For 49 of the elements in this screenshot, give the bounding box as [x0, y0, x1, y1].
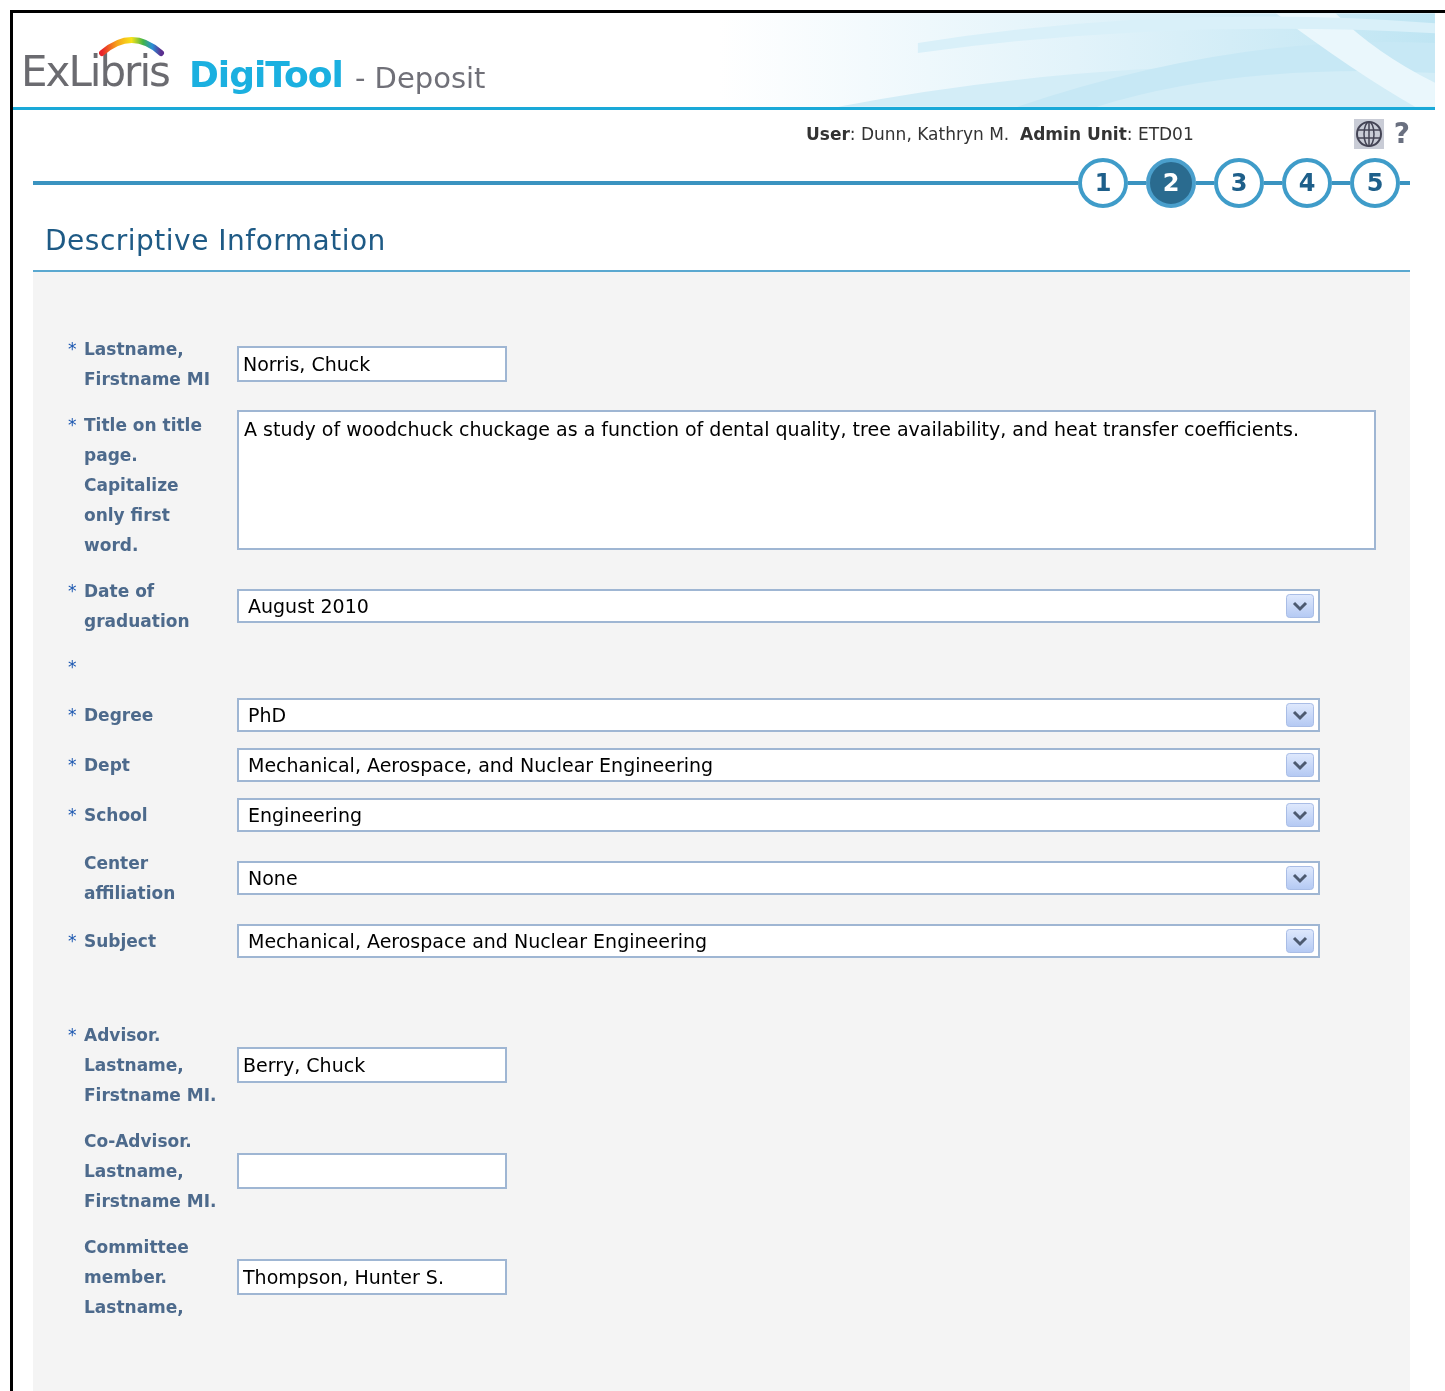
step-circle[interactable]: 3: [1214, 158, 1264, 208]
product-name: DigiTool: [188, 57, 343, 93]
field-label: Lastname, Firstname MI: [84, 338, 212, 391]
required-marker: *: [68, 338, 78, 361]
required-marker: *: [68, 1024, 78, 1047]
required-marker: *: [68, 580, 78, 603]
brand-name: ExLibris: [21, 47, 169, 96]
page-title: Descriptive Information: [45, 223, 386, 257]
chevron-down-icon: [1286, 866, 1314, 890]
text-field[interactable]: [237, 1153, 507, 1189]
text-field[interactable]: Norris, Chuck: [237, 346, 507, 382]
field-label: Co-Advisor. Lastname, Firstname MI.: [83, 1130, 218, 1213]
step-circle[interactable]: 2: [1146, 158, 1196, 208]
help-icon[interactable]: ?: [1393, 119, 1410, 149]
chevron-down-icon: [1286, 803, 1314, 827]
step-circle[interactable]: 4: [1282, 158, 1332, 208]
dropdown-field[interactable]: August 2010: [237, 589, 1320, 623]
chevron-down-icon: [1286, 929, 1314, 953]
module-name: - Deposit: [354, 64, 486, 93]
text-area[interactable]: A study of woodchuck chuckage as a function of dental quality, tree availability, and heat transfer coefficients.: [237, 410, 1376, 550]
field-label: Degree: [84, 704, 155, 727]
field-label: Center affiliation: [83, 852, 177, 905]
required-marker: *: [68, 656, 78, 679]
field-label: School: [84, 804, 149, 827]
field-label: Date of graduation: [84, 580, 191, 633]
field-label: Subject: [84, 930, 158, 953]
globe-icon[interactable]: [1353, 119, 1384, 149]
dropdown-field[interactable]: Mechanical, Aerospace, and Nuclear Engineering: [237, 748, 1320, 782]
chevron-down-icon: [1286, 594, 1314, 618]
text-field[interactable]: Berry, Chuck: [237, 1047, 507, 1083]
field-label: Committee member. Lastname,: [83, 1236, 190, 1319]
user-info: User: Dunn, Kathryn M. Admin Unit: ETD01: [806, 124, 1194, 144]
chevron-down-icon: [1286, 703, 1314, 727]
step-circle[interactable]: 1: [1078, 158, 1128, 208]
dropdown-field[interactable]: Mechanical, Aerospace and Nuclear Engineering: [237, 924, 1320, 958]
required-marker: *: [68, 414, 78, 437]
required-marker: *: [68, 754, 78, 777]
text-field[interactable]: Thompson, Hunter S.: [237, 1259, 507, 1295]
required-marker: *: [68, 804, 78, 827]
required-marker: *: [68, 930, 78, 953]
step-circle[interactable]: 5: [1350, 158, 1400, 208]
field-label: Title on title page. Capitalize only first word.: [84, 414, 203, 557]
dropdown-field[interactable]: None: [237, 861, 1320, 895]
required-marker: *: [68, 704, 78, 727]
field-label: Advisor. Lastname, Firstname MI.: [84, 1024, 218, 1107]
dropdown-field[interactable]: PhD: [237, 698, 1320, 732]
field-label: Dept: [84, 754, 131, 777]
chevron-down-icon: [1286, 753, 1314, 777]
dropdown-field[interactable]: Engineering: [237, 798, 1320, 832]
